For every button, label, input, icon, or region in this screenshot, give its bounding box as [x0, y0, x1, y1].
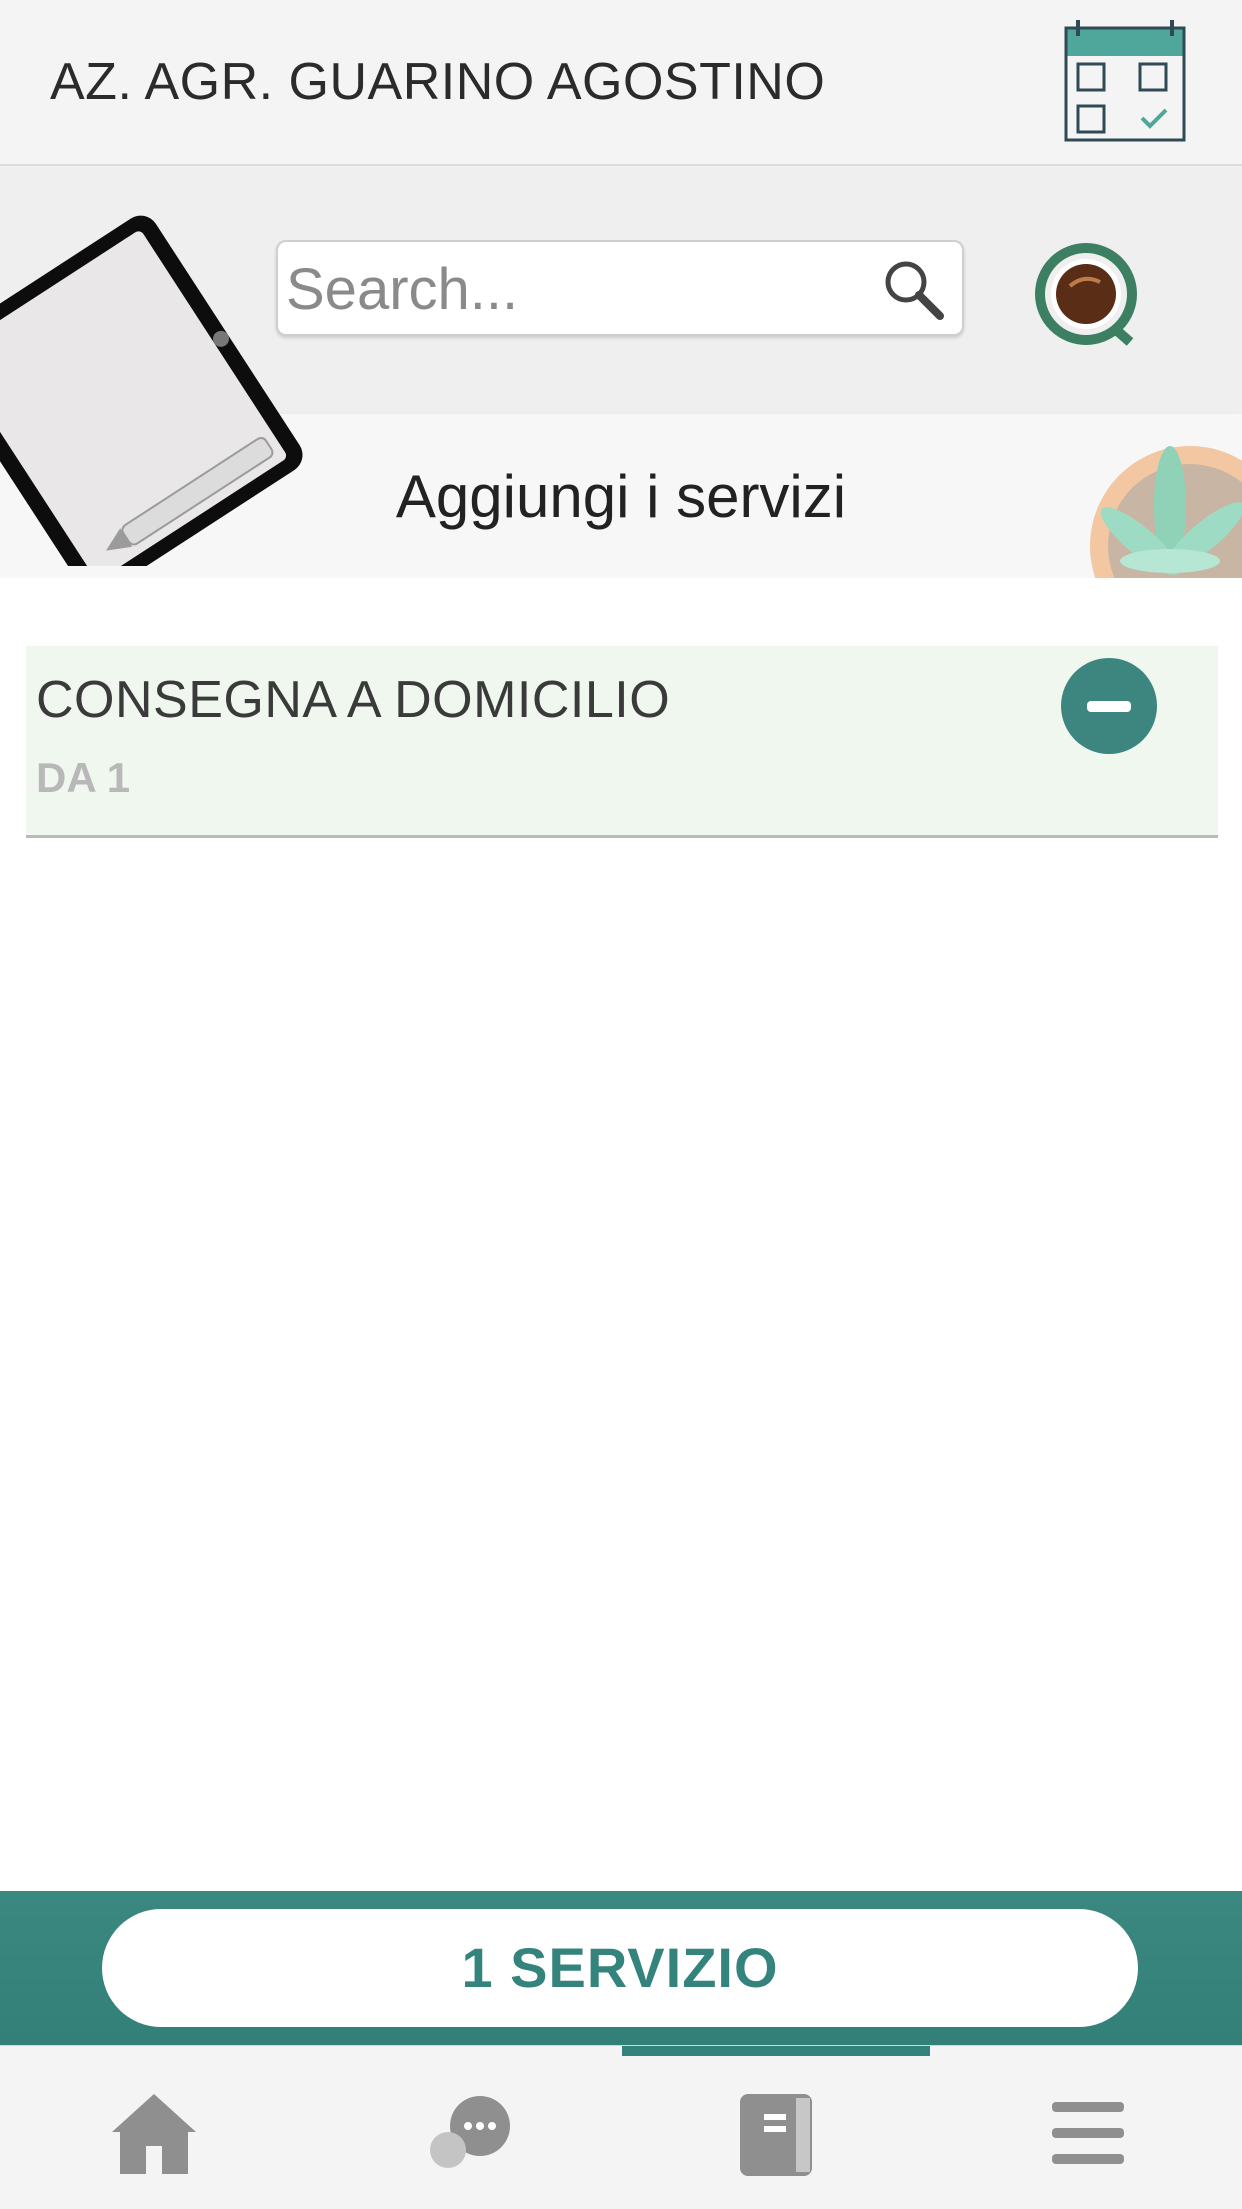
banner-title: Aggiungi i servizi	[395, 463, 847, 530]
store-title: AZ. AGR. GUARINO AGOSTINO	[50, 53, 826, 111]
app-header: AZ. AGR. GUARINO AGOSTINO	[0, 0, 1242, 166]
minus-icon	[1087, 701, 1131, 712]
services-count-button[interactable]: 1 SERVIZIO	[102, 1909, 1138, 2027]
menu-icon[interactable]	[1040, 2086, 1136, 2182]
banner: Aggiungi i servizi	[0, 166, 1242, 578]
book-icon[interactable]	[730, 2086, 826, 2182]
chat-icon[interactable]	[420, 2086, 516, 2182]
cart-bar: 1 SERVIZIO	[0, 1891, 1242, 2045]
home-icon[interactable]	[106, 2086, 202, 2182]
search-input[interactable]	[284, 248, 888, 330]
service-name: CONSEGNA A DOMICILIO	[36, 671, 671, 729]
search-bar	[276, 240, 964, 336]
remove-service-button[interactable]	[1061, 658, 1157, 754]
service-subtitle: DA 1	[36, 754, 131, 801]
search-icon[interactable]	[882, 258, 946, 322]
profile-avatar-icon[interactable]	[1034, 242, 1138, 346]
calendar-check-icon[interactable]	[1062, 18, 1188, 144]
service-item: CONSEGNA A DOMICILIO DA 1	[26, 646, 1218, 838]
active-tab-indicator	[622, 2046, 930, 2056]
bottom-tab-bar	[0, 2045, 1242, 2209]
